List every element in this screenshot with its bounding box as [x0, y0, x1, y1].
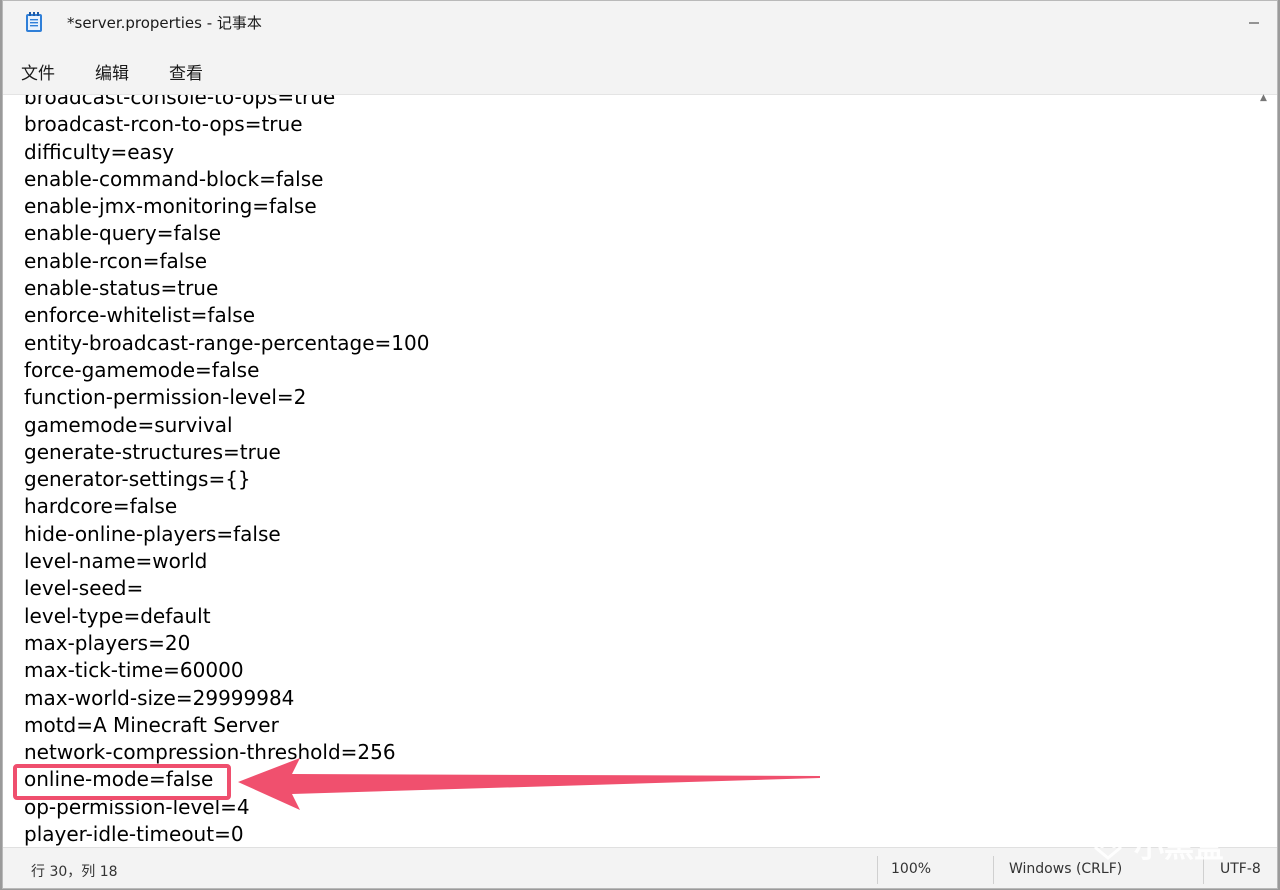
- text-line: difficulty=easy: [24, 139, 175, 164]
- text-line: hardcore=false: [24, 494, 178, 519]
- scroll-up-icon[interactable]: ▲: [1260, 93, 1267, 103]
- minimize-icon: [1249, 22, 1259, 24]
- menu-view[interactable]: 查看: [169, 59, 203, 84]
- menu-file[interactable]: 文件: [21, 59, 55, 84]
- text-line: force-gamemode=false: [24, 357, 260, 382]
- text-line: enable-status=true: [24, 276, 219, 301]
- text-line: entity-broadcast-range-percentage=100: [24, 330, 430, 355]
- text-line: broadcast-rcon-to-ops=true: [24, 112, 303, 137]
- text-line: max-players=20: [24, 630, 191, 655]
- text-line: enforce-whitelist=false: [24, 303, 256, 328]
- text-line: function-permission-level=2: [24, 385, 307, 410]
- text-line: level-name=world: [24, 549, 208, 574]
- text-line: motd=A Minecraft Server: [24, 712, 279, 737]
- text-line: enable-query=false: [24, 221, 222, 246]
- window-title: *server.properties - 记事本: [67, 14, 262, 32]
- text-line: enable-rcon=false: [24, 248, 208, 273]
- status-divider: [993, 856, 994, 884]
- line-ending: Windows (CRLF): [1009, 861, 1123, 877]
- window-controls: [1231, 1, 1277, 45]
- text-line: enable-command-block=false: [24, 166, 324, 191]
- text-line: gamemode=survival: [24, 412, 233, 437]
- highlight-box: [13, 764, 231, 800]
- annotation-arrow-icon: [238, 758, 820, 810]
- text-line: level-type=default: [24, 603, 211, 628]
- text-line: level-seed=: [24, 576, 144, 601]
- watermark-text: 小黑盒: [1134, 830, 1224, 865]
- text-line: broadcast-console-to-ops=true: [24, 95, 336, 109]
- status-bar: 行 30，列 18 100% Windows (CRLF) UTF-8: [3, 847, 1277, 888]
- status-divider: [877, 856, 878, 884]
- text-line: generate-structures=true: [24, 439, 281, 464]
- title-bar[interactable]: *server.properties - 记事本: [3, 1, 1277, 45]
- minimize-button[interactable]: [1231, 1, 1277, 45]
- text-line: enable-jmx-monitoring=false: [24, 194, 317, 219]
- text-line: player-idle-timeout=0: [24, 822, 244, 847]
- menu-bar: 文件 编辑 查看: [3, 45, 1277, 95]
- text-line: generator-settings={}: [24, 467, 251, 492]
- vertical-scrollbar[interactable]: ▲: [1253, 93, 1277, 847]
- menu-edit[interactable]: 编辑: [95, 59, 129, 84]
- text-line: hide-online-players=false: [24, 521, 281, 546]
- text-line: max-tick-time=60000: [24, 658, 244, 683]
- cursor-position: 行 30，列 18: [31, 864, 118, 880]
- notepad-icon: [26, 12, 42, 32]
- zoom-level: 100%: [891, 861, 932, 877]
- watermark-logo-icon: [1094, 822, 1122, 860]
- encoding: UTF-8: [1220, 861, 1261, 877]
- text-editor[interactable]: broadcast-console-to-ops=true broadcast-r…: [3, 95, 1255, 847]
- text-lines: broadcast-console-to-ops=true broadcast-r…: [24, 95, 429, 847]
- text-line: max-world-size=29999984: [24, 685, 295, 710]
